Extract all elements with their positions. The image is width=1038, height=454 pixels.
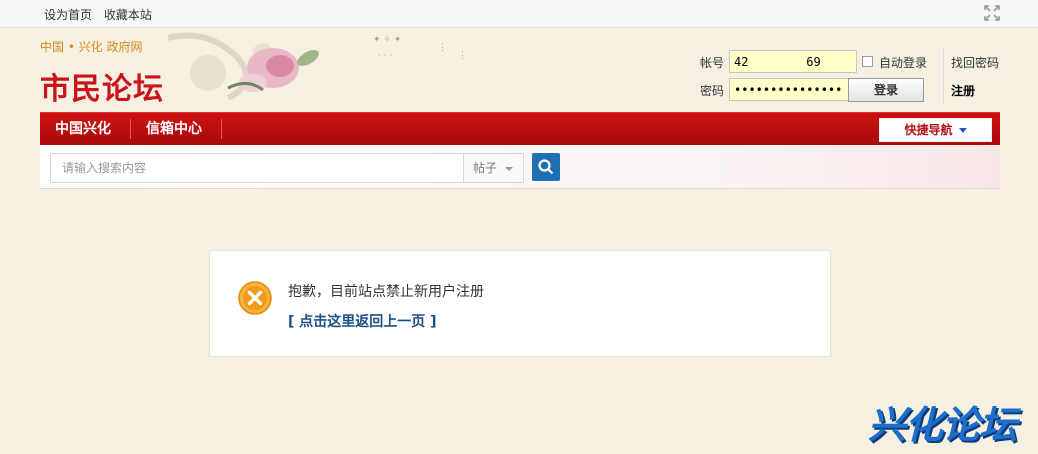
forgot-password-link[interactable]: 找回密码 <box>951 54 999 71</box>
search-input[interactable]: 请输入搜索内容 <box>50 153 464 183</box>
quick-nav-label: 快捷导航 <box>904 123 953 137</box>
top-links: 设为首页 收藏本站 <box>44 6 160 23</box>
svg-text:✦ ✧ ✦: ✦ ✧ ✦ <box>373 35 402 45</box>
flower-decoration: ✦ ✧ ✦ · · · ⋮ ⋮ <box>168 32 467 101</box>
search-type-select[interactable]: 帖子 <box>463 153 524 183</box>
site-header: 中国 • 兴化 政府网 市民论坛 ✦ ✧ ✦ · · · ⋮ ⋮ 帐号 自动登录… <box>40 28 1000 112</box>
login-separator <box>943 48 944 104</box>
nav-item-xinghua[interactable]: 中国兴化 <box>55 113 111 146</box>
top-bar: 设为首页 收藏本站 <box>0 0 1038 28</box>
bookmark-link[interactable]: 收藏本站 <box>104 8 152 22</box>
site-logo[interactable]: 市民论坛 <box>40 64 164 108</box>
svg-text:⋮: ⋮ <box>458 51 467 61</box>
fullscreen-icon[interactable] <box>984 5 1000 21</box>
nav-item-mailbox[interactable]: 信箱中心 <box>146 113 202 146</box>
svg-text:⋮: ⋮ <box>438 43 447 53</box>
svg-text:· · ·: · · · <box>378 51 392 61</box>
nav-divider <box>130 119 131 139</box>
login-button[interactable]: 登录 <box>848 78 924 102</box>
password-input[interactable] <box>729 78 857 101</box>
password-label: 密码 <box>700 84 725 98</box>
register-link[interactable]: 注册 <box>951 82 975 99</box>
forum-logo: 兴化论坛 <box>868 403 1017 447</box>
quick-nav-button[interactable]: 快捷导航 <box>879 118 992 142</box>
go-back-link[interactable]: [ 点击这里返回上一页 ] <box>288 311 437 331</box>
auto-login-label: 自动登录 <box>879 56 928 70</box>
error-icon <box>238 281 272 315</box>
username-input[interactable] <box>729 50 857 73</box>
chevron-down-icon <box>958 128 967 133</box>
search-type-label: 帖子 <box>473 161 498 175</box>
username-label: 帐号 <box>700 56 725 70</box>
chevron-down-icon <box>505 167 513 171</box>
auto-login-checkbox[interactable] <box>862 56 873 67</box>
nav-divider <box>221 119 222 139</box>
message-panel: 抱歉，目前站点禁止新用户注册 [ 点击这里返回上一页 ] <box>209 250 831 357</box>
main-nav: 中国兴化 信箱中心 快捷导航 <box>40 112 1000 145</box>
search-bar: 请输入搜索内容 帖子 <box>40 145 1000 189</box>
gov-site-link[interactable]: 中国 • 兴化 政府网 <box>40 38 143 55</box>
error-message: 抱歉，目前站点禁止新用户注册 <box>288 284 484 300</box>
login-form: 帐号 自动登录 找回密码 密码 登录 注册 <box>700 48 1000 108</box>
set-home-link[interactable]: 设为首页 <box>44 8 92 22</box>
search-button[interactable] <box>532 153 560 181</box>
